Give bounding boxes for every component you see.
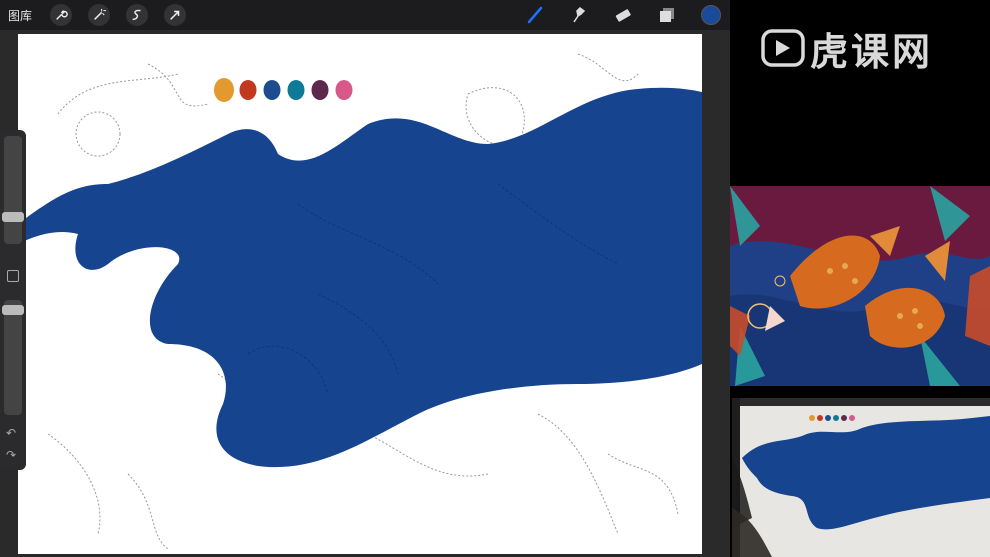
logo-icon [761,29,805,67]
palette-swatch [287,80,305,100]
layers-icon[interactable] [656,4,678,26]
canvas-artwork [18,53,702,550]
reference-palette-swatch [825,415,831,421]
top-toolbar: 图库 [0,0,730,30]
watermark-text: 虎课网 [810,29,934,74]
redo-icon[interactable]: ↷ [6,448,16,462]
reference-palette-swatch [817,415,823,421]
color-picker-button[interactable] [700,4,722,26]
smudge-icon[interactable] [568,4,590,26]
palette-swatch [335,80,353,100]
opacity-slider[interactable] [4,300,22,415]
reference-image-koi [730,186,990,386]
reference-palette-swatch [809,415,815,421]
blue-fill-shape [18,87,702,468]
palette-swatch [311,80,329,100]
palette-swatch [239,80,257,100]
transform-arrow-icon[interactable] [164,4,187,26]
brush-size-handle[interactable] [2,212,24,222]
wrench-icon[interactable] [50,4,73,26]
reference-palette-swatch [833,415,839,421]
brush-icon[interactable] [524,4,546,26]
current-color-swatch [701,5,721,25]
reference-palette-swatch [849,415,855,421]
opacity-handle[interactable] [2,305,24,315]
reference-palette-swatch [841,415,847,421]
palette-swatch [263,80,281,100]
gallery-button[interactable]: 图库 [8,7,32,24]
undo-icon[interactable]: ↶ [6,426,16,440]
selection-icon[interactable] [126,4,149,26]
right-toolbar [524,0,722,30]
reference-image-photo [732,398,990,557]
drawing-canvas[interactable] [18,34,702,554]
eraser-icon[interactable] [612,4,634,26]
color-palette [214,78,353,102]
modify-button[interactable] [7,270,19,282]
left-sidebar: ↶ ↷ [0,130,26,470]
palette-swatch [214,78,234,102]
brush-size-slider[interactable] [4,136,22,244]
magic-wand-icon[interactable] [88,4,111,26]
watermark: 虎课网 [760,18,975,78]
